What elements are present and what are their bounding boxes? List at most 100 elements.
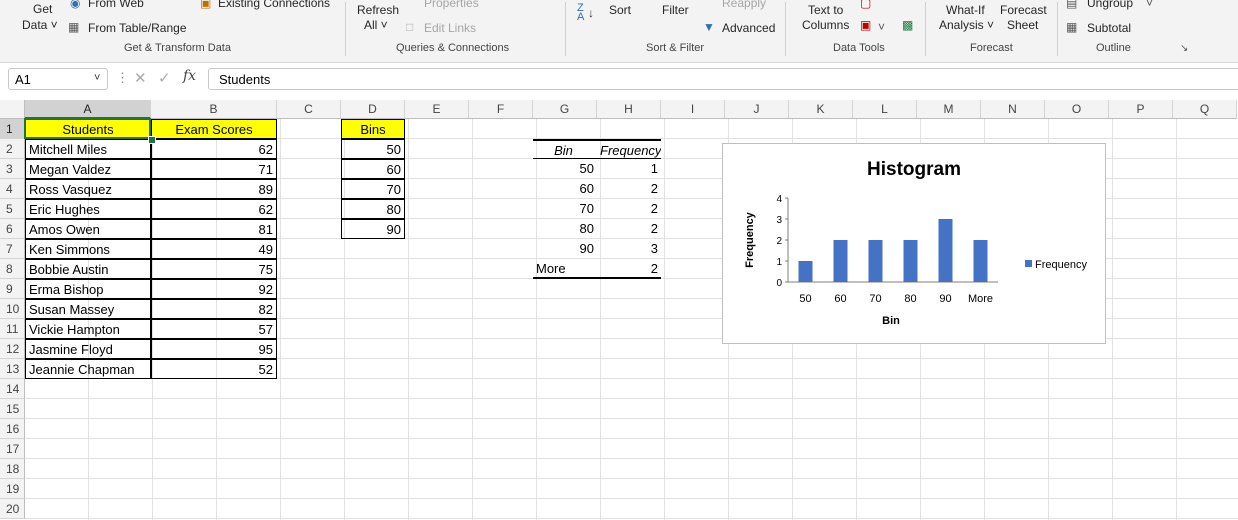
column-header-l[interactable]: L xyxy=(853,100,917,119)
row-header-1[interactable]: 1 xyxy=(0,119,25,139)
student-name-cell[interactable]: Megan Valdez xyxy=(25,159,151,179)
row-header-2[interactable]: 2 xyxy=(0,139,25,159)
text-to-columns-line2[interactable]: Columns xyxy=(802,18,849,32)
row-header-5[interactable]: 5 xyxy=(0,199,25,219)
consolidate-icon[interactable]: ▩ xyxy=(902,18,913,32)
student-name-cell[interactable]: Erma Bishop xyxy=(25,279,151,299)
filter-button[interactable]: Filter xyxy=(662,3,689,17)
student-name-cell[interactable]: Jasmine Floyd xyxy=(25,339,151,359)
forecast-sheet-line1[interactable]: Forecast xyxy=(1000,3,1047,17)
exam-score-cell[interactable]: 81 xyxy=(151,219,277,239)
student-name-cell[interactable]: Ross Vasquez xyxy=(25,179,151,199)
forecast-sheet-line2[interactable]: Sheet xyxy=(1007,18,1038,32)
exam-score-cell[interactable]: 89 xyxy=(151,179,277,199)
student-name-cell[interactable]: Jeannie Chapman xyxy=(25,359,151,379)
name-box[interactable]: A1 xyxy=(8,68,108,90)
student-name-cell[interactable]: Bobbie Austin xyxy=(25,259,151,279)
insert-function-icon[interactable]: fx xyxy=(183,68,196,84)
row-header-17[interactable]: 17 xyxy=(0,439,25,459)
student-name-cell[interactable]: Vickie Hampton xyxy=(25,319,151,339)
student-name-cell[interactable]: Eric Hughes xyxy=(25,199,151,219)
freq-count-cell[interactable]: 2 xyxy=(597,259,661,279)
refresh-all-button-line2[interactable]: All ˅ xyxy=(364,18,388,32)
row-header-19[interactable]: 19 xyxy=(0,479,25,499)
exam-score-cell[interactable]: 62 xyxy=(151,139,277,159)
exam-score-cell[interactable]: 57 xyxy=(151,319,277,339)
student-name-cell[interactable]: Mitchell Miles xyxy=(25,139,151,159)
column-header-b[interactable]: B xyxy=(151,100,277,119)
column-header-q[interactable]: Q xyxy=(1173,100,1237,119)
row-header-8[interactable]: 8 xyxy=(0,259,25,279)
text-to-columns-line1[interactable]: Text to xyxy=(808,3,843,17)
column-header-o[interactable]: O xyxy=(1045,100,1109,119)
row-header-16[interactable]: 16 xyxy=(0,419,25,439)
chevron-down-icon[interactable]: ˅ xyxy=(94,72,100,84)
freq-bin-cell[interactable]: 70 xyxy=(533,199,597,219)
column-header-n[interactable]: N xyxy=(981,100,1045,119)
freq-bin-cell[interactable]: 50 xyxy=(533,159,597,179)
row-header-18[interactable]: 18 xyxy=(0,459,25,479)
histogram-bar[interactable] xyxy=(938,219,953,282)
refresh-all-button-line1[interactable]: Refresh xyxy=(357,3,399,17)
row-header-11[interactable]: 11 xyxy=(0,319,25,339)
histogram-bar[interactable] xyxy=(903,240,918,282)
dialog-launcher-icon[interactable]: ↘ xyxy=(1180,42,1188,56)
row-header-3[interactable]: 3 xyxy=(0,159,25,179)
sort-za-icon[interactable]: ZA xyxy=(577,3,584,23)
get-data-button-line1[interactable]: Get xyxy=(33,2,52,16)
subtotal-button[interactable]: Subtotal xyxy=(1087,21,1131,35)
bin-cell[interactable]: 50 xyxy=(341,139,405,159)
from-table-range-button[interactable]: From Table/Range xyxy=(88,21,187,35)
ungroup-button[interactable]: Ungroup xyxy=(1087,0,1133,10)
freq-bin-cell[interactable]: 90 xyxy=(533,239,597,259)
freq-bin-cell[interactable]: 80 xyxy=(533,219,597,239)
header-exam-scores[interactable]: Exam Scores xyxy=(151,119,277,139)
freq-header-frequency[interactable]: Frequency xyxy=(597,139,661,159)
freq-bin-cell[interactable]: More xyxy=(533,259,597,279)
select-all-corner[interactable] xyxy=(0,100,25,119)
row-header-20[interactable]: 20 xyxy=(0,499,25,519)
bin-cell[interactable]: 90 xyxy=(341,219,405,239)
row-header-7[interactable]: 7 xyxy=(0,239,25,259)
chevron-down-icon[interactable]: ˅ xyxy=(878,20,885,34)
histogram-bar[interactable] xyxy=(833,240,848,282)
column-header-f[interactable]: F xyxy=(469,100,533,119)
freq-count-cell[interactable]: 1 xyxy=(597,159,661,179)
histogram-bar[interactable] xyxy=(973,240,988,282)
row-header-9[interactable]: 9 xyxy=(0,279,25,299)
freq-count-cell[interactable]: 2 xyxy=(597,179,661,199)
exam-score-cell[interactable]: 62 xyxy=(151,199,277,219)
row-header-4[interactable]: 4 xyxy=(0,179,25,199)
existing-connections-button[interactable]: Existing Connections xyxy=(218,0,330,10)
freq-bin-cell[interactable]: 60 xyxy=(533,179,597,199)
exam-score-cell[interactable]: 75 xyxy=(151,259,277,279)
row-header-15[interactable]: 15 xyxy=(0,399,25,419)
freq-count-cell[interactable]: 2 xyxy=(597,219,661,239)
header-students[interactable]: Students xyxy=(25,119,151,139)
advanced-button[interactable]: Advanced xyxy=(722,21,775,35)
histogram-bar[interactable] xyxy=(798,261,813,282)
fill-handle[interactable] xyxy=(148,136,156,144)
student-name-cell[interactable]: Ken Simmons xyxy=(25,239,151,259)
row-header-10[interactable]: 10 xyxy=(0,299,25,319)
column-header-c[interactable]: C xyxy=(277,100,341,119)
properties-button[interactable]: Properties xyxy=(424,0,479,10)
exam-score-cell[interactable]: 95 xyxy=(151,339,277,359)
row-header-13[interactable]: 13 xyxy=(0,359,25,379)
from-web-button[interactable]: From Web xyxy=(88,0,144,10)
row-header-6[interactable]: 6 xyxy=(0,219,25,239)
histogram-bar[interactable] xyxy=(868,240,883,282)
column-header-k[interactable]: K xyxy=(789,100,853,119)
chevron-down-icon[interactable]: ˅ xyxy=(1146,0,1153,10)
column-header-m[interactable]: M xyxy=(917,100,981,119)
reapply-button[interactable]: Reapply xyxy=(722,0,766,10)
column-header-g[interactable]: G xyxy=(533,100,597,119)
bin-cell[interactable]: 80 xyxy=(341,199,405,219)
bin-cell[interactable]: 60 xyxy=(341,159,405,179)
freq-count-cell[interactable]: 2 xyxy=(597,199,661,219)
column-header-p[interactable]: P xyxy=(1109,100,1173,119)
formula-input[interactable]: Students xyxy=(208,68,1238,90)
row-header-14[interactable]: 14 xyxy=(0,379,25,399)
student-name-cell[interactable]: Amos Owen xyxy=(25,219,151,239)
header-bins[interactable]: Bins xyxy=(341,119,405,139)
